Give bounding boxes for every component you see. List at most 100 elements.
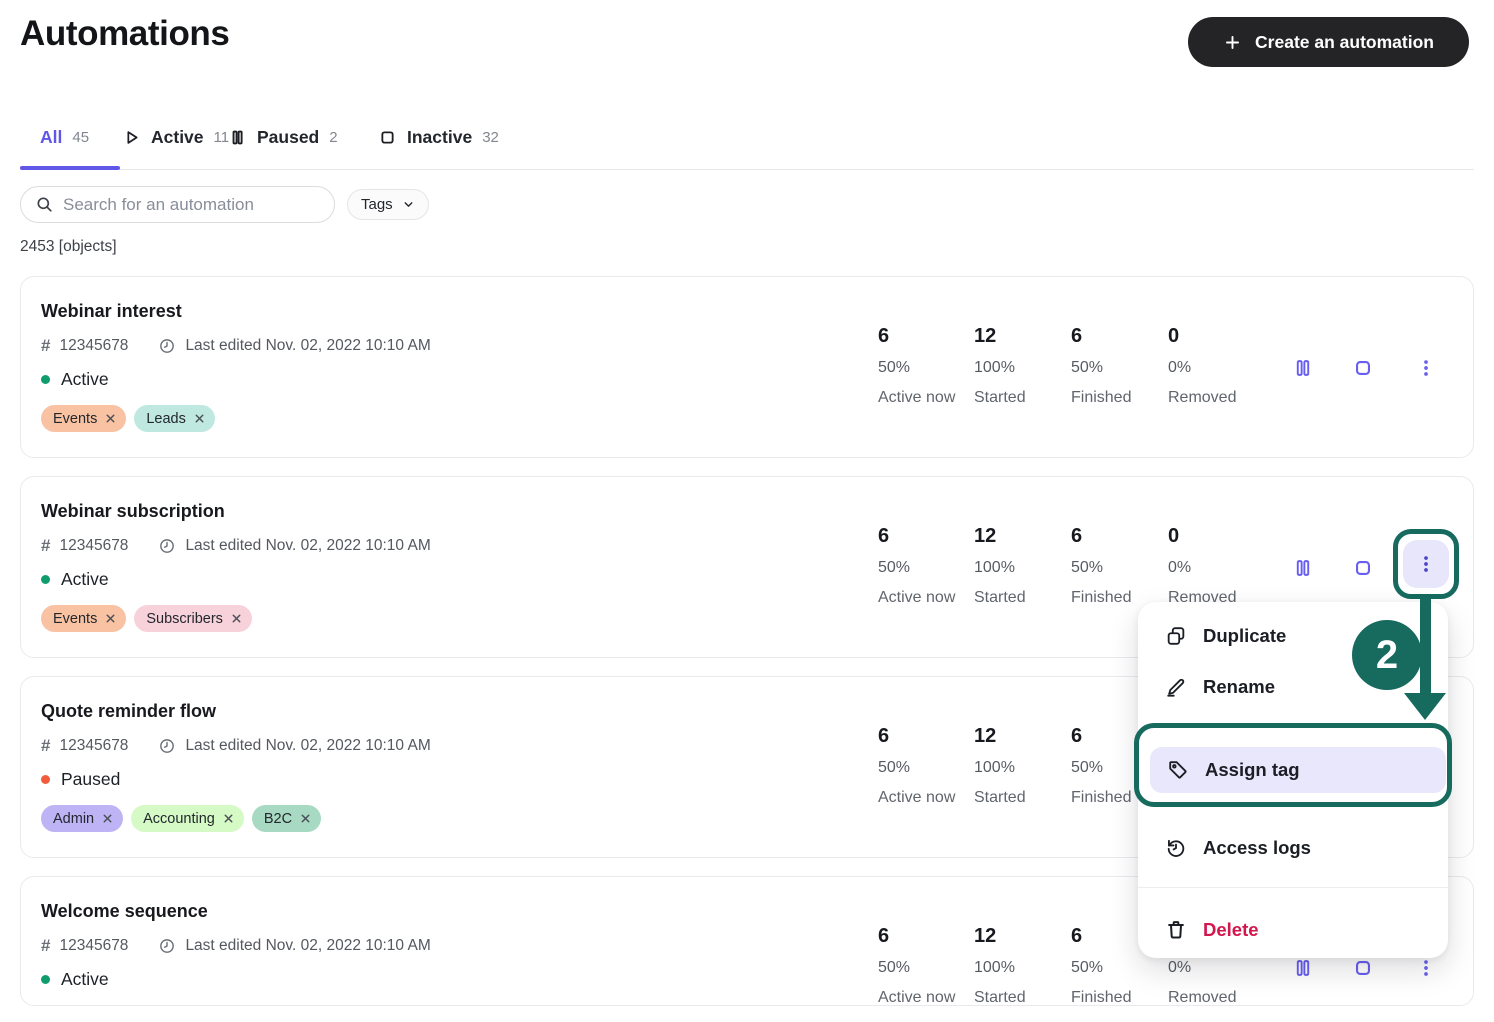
automation-id: 12345678 xyxy=(59,737,128,755)
create-automation-button[interactable]: Create an automation xyxy=(1188,17,1469,67)
assign-tag-highlight-ring: Assign tag xyxy=(1134,723,1452,807)
tab-active-label: Active xyxy=(151,127,204,148)
stat-active-now: 650%Active now xyxy=(878,525,972,607)
create-automation-label: Create an automation xyxy=(1255,32,1434,53)
remove-tag-icon[interactable] xyxy=(222,812,235,825)
tag-label: Admin xyxy=(53,811,94,827)
status-dot xyxy=(41,575,50,584)
tag-row: Events Subscribers xyxy=(41,605,252,632)
status-label: Active xyxy=(61,569,109,590)
hash-icon: # xyxy=(41,336,50,356)
menu-item-duplicate[interactable]: Duplicate xyxy=(1165,625,1286,647)
hash-icon: # xyxy=(41,936,50,956)
annotation-arrowhead xyxy=(1404,693,1446,720)
tab-paused-count: 2 xyxy=(329,129,337,146)
search-icon xyxy=(35,195,54,214)
automation-id: 12345678 xyxy=(59,537,128,555)
status-dot xyxy=(41,375,50,384)
stat-started: 12100%Started xyxy=(974,725,1068,807)
clock-icon xyxy=(158,337,176,355)
search-input[interactable] xyxy=(63,195,322,215)
remove-tag-icon[interactable] xyxy=(193,412,206,425)
clock-icon xyxy=(158,937,176,955)
tab-all-count: 45 xyxy=(72,129,89,146)
tag-icon xyxy=(1167,759,1189,781)
menu-item-delete[interactable]: Delete xyxy=(1165,919,1259,941)
remove-tag-icon[interactable] xyxy=(299,812,312,825)
stat-started: 12100%Started xyxy=(974,325,1068,407)
remove-tag-icon[interactable] xyxy=(104,412,117,425)
pencil-icon xyxy=(1165,676,1187,698)
pause-icon xyxy=(228,128,247,147)
tag-row: Events Leads xyxy=(41,405,215,432)
tag-pill: Accounting xyxy=(131,805,244,832)
annotation-arrow xyxy=(1420,597,1431,694)
remove-tag-icon[interactable] xyxy=(104,612,117,625)
history-icon xyxy=(1165,837,1187,859)
hash-icon: # xyxy=(41,536,50,556)
tab-paused[interactable]: Paused 2 xyxy=(228,120,338,154)
status-label: Active xyxy=(61,969,109,990)
tag-pill: Admin xyxy=(41,805,123,832)
stat-finished: 650%Finished xyxy=(1071,325,1165,407)
automation-name[interactable]: Webinar subscription xyxy=(41,501,225,522)
status-dot xyxy=(41,775,50,784)
tab-all-label: All xyxy=(40,127,62,148)
status-badge: Active xyxy=(41,369,109,390)
tab-paused-label: Paused xyxy=(257,127,319,148)
stat-active-now: 650%Active now xyxy=(878,725,972,807)
stat-started: 12100%Started xyxy=(974,925,1068,1007)
automation-name[interactable]: Quote reminder flow xyxy=(41,701,216,722)
tag-label: B2C xyxy=(264,811,292,827)
tag-pill: Events xyxy=(41,605,126,632)
tabs-divider xyxy=(20,169,1474,170)
tag-pill: Subscribers xyxy=(134,605,252,632)
tags-filter-label: Tags xyxy=(361,196,393,213)
tag-row: Admin Accounting B2C xyxy=(41,805,321,832)
automation-meta: # 12345678 Last edited Nov. 02, 2022 10:… xyxy=(41,736,431,756)
stat-finished: 650%Finished xyxy=(1071,525,1165,607)
kebab-menu-icon[interactable] xyxy=(1415,957,1437,979)
status-label: Paused xyxy=(61,769,120,790)
trash-icon xyxy=(1165,919,1187,941)
tags-filter-dropdown[interactable]: Tags xyxy=(347,189,429,220)
status-badge: Paused xyxy=(41,769,120,790)
menu-item-rename[interactable]: Rename xyxy=(1165,676,1275,698)
clock-icon xyxy=(158,537,176,555)
tag-pill: Events xyxy=(41,405,126,432)
kebab-menu-highlight-ring xyxy=(1393,529,1459,599)
tab-inactive[interactable]: Inactive 32 xyxy=(378,120,499,154)
stat-removed: 00%Removed xyxy=(1168,525,1262,607)
search-box xyxy=(20,186,335,223)
tab-active[interactable]: Active 11 xyxy=(122,120,229,154)
tab-all[interactable]: All 45 xyxy=(40,120,89,154)
tab-active-count: 11 xyxy=(214,129,230,146)
menu-item-access-logs[interactable]: Access logs xyxy=(1165,837,1311,859)
pause-automation-icon[interactable] xyxy=(1292,357,1314,379)
stop-automation-icon[interactable] xyxy=(1352,357,1374,379)
hash-icon: # xyxy=(41,736,50,756)
kebab-menu-icon[interactable] xyxy=(1403,540,1449,588)
tab-inactive-count: 32 xyxy=(482,129,499,146)
tag-pill: Leads xyxy=(134,405,215,432)
automation-name[interactable]: Welcome sequence xyxy=(41,901,208,922)
stop-automation-icon[interactable] xyxy=(1352,957,1374,979)
tag-label: Events xyxy=(53,411,97,427)
kebab-menu-icon[interactable] xyxy=(1415,357,1437,379)
pause-automation-icon[interactable] xyxy=(1292,957,1314,979)
remove-tag-icon[interactable] xyxy=(230,612,243,625)
stat-removed: 00%Removed xyxy=(1168,325,1262,407)
pause-automation-icon[interactable] xyxy=(1292,557,1314,579)
automation-id: 12345678 xyxy=(59,337,128,355)
status-badge: Active xyxy=(41,969,109,990)
tag-label: Accounting xyxy=(143,811,215,827)
menu-item-assign-tag[interactable]: Assign tag xyxy=(1150,747,1446,793)
automation-name[interactable]: Webinar interest xyxy=(41,301,182,322)
automations-page: Automations Create an automation All 45 … xyxy=(0,0,1494,1022)
stop-automation-icon[interactable] xyxy=(1352,557,1374,579)
annotation-step-badge: 2 xyxy=(1352,620,1422,690)
tab-inactive-label: Inactive xyxy=(407,127,472,148)
remove-tag-icon[interactable] xyxy=(101,812,114,825)
tag-pill: B2C xyxy=(252,805,321,832)
status-badge: Active xyxy=(41,569,109,590)
